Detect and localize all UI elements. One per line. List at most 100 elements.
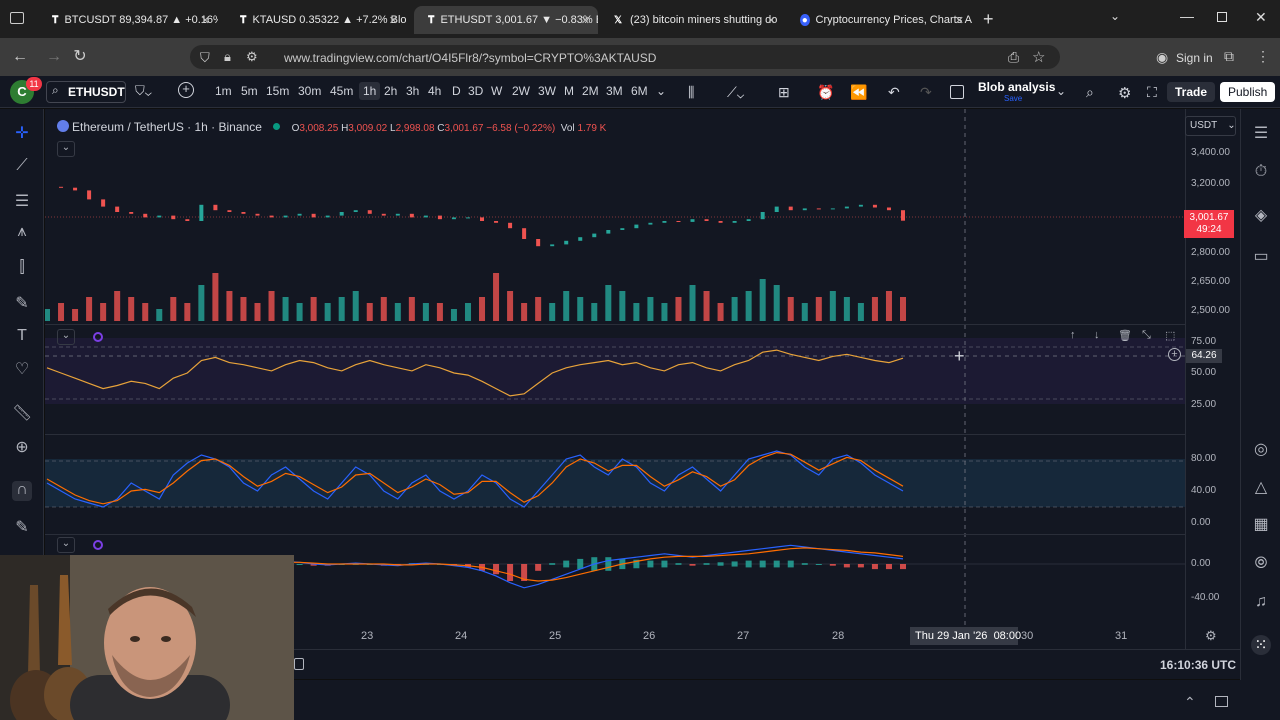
add-symbol-icon[interactable]: + — [178, 82, 194, 98]
zoom-icon[interactable]: ⊕ — [12, 437, 32, 457]
trendline-icon[interactable]: ⟋ — [12, 157, 32, 177]
target-icon[interactable]: ◎ — [1251, 439, 1271, 459]
magnet-icon[interactable]: ∩ — [12, 481, 32, 501]
publish-button[interactable]: Publish — [1220, 82, 1276, 102]
close-icon[interactable]: ✕ — [767, 14, 776, 27]
calendar-icon[interactable]: ▦ — [1251, 514, 1271, 534]
url-text[interactable]: www.tradingview.com/chart/O4I5Flr8/?symb… — [284, 51, 656, 65]
forecast-icon[interactable]: ⫿ — [12, 259, 32, 279]
currency-selector[interactable]: USDT ⌄ — [1185, 116, 1236, 136]
interval-3M[interactable]: 3M — [606, 84, 623, 98]
collapse-panel-icon[interactable]: ⌃ — [1184, 694, 1196, 711]
profile-icon[interactable]: ◉ — [1156, 49, 1168, 66]
close-icon[interactable]: ✕ — [955, 14, 964, 27]
indicators-icon[interactable]: ⟋⌄ — [727, 84, 744, 101]
close-window-button[interactable]: ✕ — [1255, 9, 1267, 26]
rsi-collapse-icon[interactable]: ⌄ — [57, 329, 75, 345]
utc-clock[interactable]: 16:10:36 UTC — [1160, 658, 1236, 672]
signin-button[interactable]: Sign in — [1176, 51, 1213, 65]
move-pane-down-icon[interactable]: ↓ — [1094, 329, 1100, 341]
reload-button[interactable]: ↻ — [70, 47, 90, 67]
crosshair-icon[interactable]: ✛ — [12, 123, 32, 143]
interval-3D[interactable]: 3D — [468, 84, 483, 98]
date-range-icon[interactable] — [294, 658, 304, 670]
text-icon[interactable]: T — [12, 327, 32, 347]
interval-2M[interactable]: 2M — [582, 84, 599, 98]
interval-5m[interactable]: 5m — [241, 84, 258, 98]
back-button[interactable]: ← — [10, 47, 30, 67]
undo-icon[interactable]: ↶ — [888, 84, 900, 101]
ruler-icon[interactable]: 📏︎ — [12, 403, 32, 423]
macd-collapse-icon[interactable]: ⌄ — [57, 537, 75, 553]
alert-icon[interactable]: ⏰ — [817, 84, 834, 101]
trade-button[interactable]: Trade — [1167, 82, 1216, 102]
interval-3h[interactable]: 3h — [406, 84, 419, 98]
minimize-button[interactable]: — — [1180, 8, 1194, 24]
interval-15m[interactable]: 15m — [266, 84, 289, 98]
brush-icon[interactable]: ✎ — [12, 293, 32, 313]
apps-grid-icon[interactable]: ⁙ — [1251, 635, 1271, 655]
lock-icon[interactable]: 🔒︎ — [224, 49, 231, 65]
add-alert-plus-icon[interactable]: + — [1168, 348, 1181, 361]
settings-gear-icon[interactable]: ⚙ — [1118, 84, 1131, 102]
watchlist-icon[interactable]: ☰ — [1251, 123, 1271, 143]
stream-icon[interactable]: ⦾ — [1251, 555, 1271, 575]
tab-list-icon[interactable] — [10, 12, 24, 24]
extensions-icon[interactable]: ⧉ — [1224, 48, 1234, 65]
lock-drawings-icon[interactable]: ✎ — [12, 517, 32, 537]
collapse-pane-icon[interactable]: ⤡ — [1142, 329, 1151, 342]
browser-tab[interactable]: 𝐓 KTAUSD 0.35322 ▲ +7.2% Blob ✕ — [226, 6, 406, 34]
interval-6M[interactable]: 6M — [631, 84, 648, 98]
close-icon[interactable]: ✕ — [201, 14, 210, 27]
bookmark-star-icon[interactable]: ☆ — [1032, 48, 1045, 66]
maximize-pane-icon[interactable]: ⬚ — [1165, 329, 1175, 342]
interval-30m[interactable]: 30m — [298, 84, 321, 98]
quick-search-icon[interactable]: ⌕ — [1086, 84, 1094, 101]
chart-legend[interactable]: Ethereum / TetherUS · 1h · Binance O3,00… — [72, 120, 606, 134]
pattern-icon[interactable]: ⩚ — [12, 223, 32, 243]
interval-W[interactable]: W — [491, 84, 502, 98]
interval-1m[interactable]: 1m — [215, 84, 232, 98]
compare-icon[interactable]: ⛉⌄ — [135, 83, 152, 99]
symbol-name[interactable]: ETHUSDT — [68, 85, 125, 99]
pane-separator[interactable] — [45, 534, 1185, 535]
interval-dropdown-icon[interactable]: ⌄ — [656, 84, 666, 98]
site-settings-icon[interactable]: ⚙ — [246, 49, 258, 65]
browser-tab[interactable]: 𝕏 (23) bitcoin miners shutting do ✕ — [598, 6, 784, 34]
heart-icon[interactable]: ♡ — [12, 359, 32, 379]
interval-45m[interactable]: 45m — [330, 84, 353, 98]
time-axis-settings-icon[interactable]: ⚙ — [1205, 628, 1217, 644]
move-pane-up-icon[interactable]: ↑ — [1070, 329, 1076, 341]
replay-icon[interactable]: ⏪ — [850, 84, 867, 101]
forward-button[interactable]: → — [44, 47, 64, 67]
layout-dropdown-icon[interactable]: ⌄ — [1056, 84, 1066, 98]
new-tab-button[interactable]: + — [983, 9, 994, 30]
maximize-panel-icon[interactable] — [1215, 696, 1228, 707]
maximize-button[interactable] — [1217, 12, 1227, 22]
close-icon[interactable]: ✕ — [389, 14, 398, 27]
notifications-bell-icon[interactable]: ♫ — [1251, 593, 1271, 613]
fullscreen-icon[interactable]: ⛶ — [1147, 84, 1157, 101]
alerts-clock-icon[interactable]: ⏱ — [1251, 163, 1271, 183]
chat-icon[interactable]: ▭ — [1251, 246, 1271, 266]
pane-separator[interactable] — [45, 434, 1185, 435]
browser-tab[interactable]: ● Cryptocurrency Prices, Charts A ✕ — [786, 6, 972, 34]
interval-1h[interactable]: 1h — [359, 82, 381, 100]
layout-grid-icon[interactable]: ⊞ — [778, 84, 790, 101]
layers-icon[interactable]: ◈ — [1251, 205, 1271, 225]
interval-2W[interactable]: 2W — [512, 84, 530, 98]
interval-3W[interactable]: 3W — [538, 84, 556, 98]
browser-tab[interactable]: 𝐓 BTCUSDT 89,394.87 ▲ +0.16% B ✕ — [38, 6, 218, 34]
layout-checkbox-icon[interactable] — [950, 85, 964, 99]
bar-style-icon[interactable]: ⫼ — [688, 84, 694, 101]
redo-icon[interactable]: ↷ — [920, 84, 932, 101]
browser-tab-active[interactable]: 𝐓 ETHUSDT 3,001.67 ▼ −0.83% B ✕ — [414, 6, 598, 34]
delete-pane-icon[interactable]: 🗑︎ — [1118, 329, 1132, 342]
shield-icon[interactable]: ⛉ — [200, 50, 210, 66]
legend-collapse-icon[interactable]: ⌄ — [57, 141, 75, 157]
fib-icon[interactable]: ☰ — [12, 191, 32, 211]
interval-D[interactable]: D — [452, 84, 461, 98]
install-app-icon[interactable]: ⎙ — [1008, 49, 1019, 66]
interval-M[interactable]: M — [564, 84, 574, 98]
layout-name[interactable]: Blob analysis — [978, 80, 1055, 94]
